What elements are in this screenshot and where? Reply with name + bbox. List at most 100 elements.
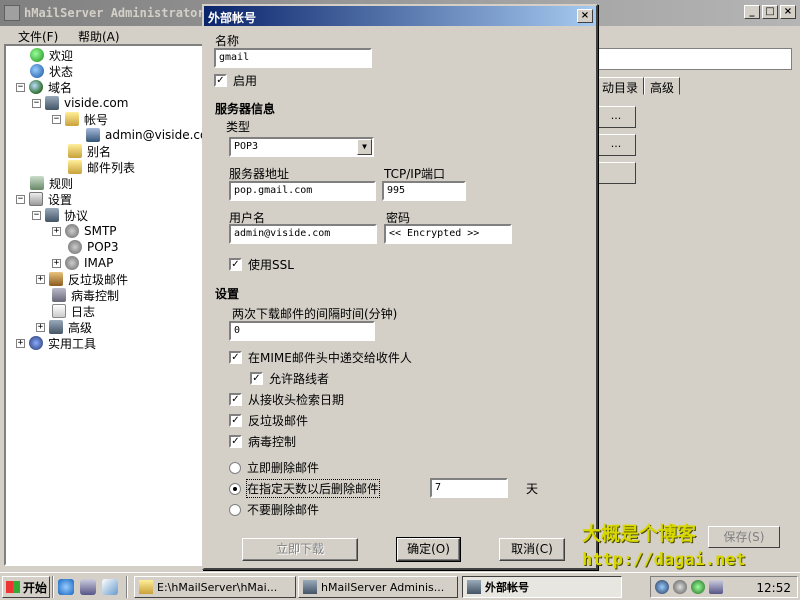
tab-advanced[interactable]: 高级	[644, 77, 681, 95]
expand-icon[interactable]: +	[36, 322, 45, 332]
start-button[interactable]: 开始	[2, 576, 50, 598]
right-pane-button-2[interactable]: ...	[596, 134, 636, 156]
tree-item-smtp[interactable]: + SMTP	[52, 223, 117, 239]
app-icon	[4, 5, 20, 21]
tree-item-settings[interactable]: − 设置	[16, 191, 72, 207]
type-select[interactable]: POP3 ▼	[229, 137, 374, 157]
network-icon[interactable]	[673, 580, 687, 594]
watermark-url: http://dagai.net	[582, 550, 746, 570]
cancel-button[interactable]: 取消(C)	[499, 538, 565, 561]
tree-item-protocols[interactable]: − 协议	[32, 207, 88, 223]
folder-icon	[139, 580, 153, 594]
security-icon[interactable]	[691, 580, 705, 594]
tree-item-mailing-lists[interactable]: 邮件列表	[68, 159, 135, 175]
ok-button[interactable]: 确定(O)	[396, 537, 461, 562]
tree-item-account-admin[interactable]: admin@viside.com	[86, 127, 219, 143]
checkbox-checked-icon: ✓	[229, 393, 242, 406]
server-icon	[303, 580, 317, 594]
antispam-icon	[49, 272, 63, 286]
collapse-icon[interactable]: −	[32, 98, 41, 108]
help-icon[interactable]	[655, 580, 669, 594]
info-icon	[30, 64, 44, 78]
close-icon[interactable]: ×	[780, 5, 796, 19]
tree-item-status[interactable]: 状态	[30, 63, 73, 79]
rules-icon	[30, 176, 44, 190]
log-icon	[52, 304, 66, 318]
shield-icon	[52, 288, 66, 302]
menu-file[interactable]: 文件(F)	[18, 28, 58, 45]
protocols-icon	[45, 208, 59, 222]
interval-input[interactable]: 0	[229, 321, 375, 341]
allow-route-checkbox[interactable]: ✓ 允许路线者	[250, 370, 329, 387]
menu-help[interactable]: 帮助(A)	[78, 28, 120, 45]
tree-item-logging[interactable]: 日志	[52, 303, 95, 319]
maximize-icon[interactable]: □	[762, 5, 778, 19]
taskbar-separator	[52, 576, 54, 598]
password-input[interactable]: << Encrypted >>	[384, 224, 512, 244]
task-explorer[interactable]: E:\hMailServer\hMai...	[134, 576, 296, 598]
minimize-icon[interactable]: _	[744, 5, 760, 19]
tree-item-rules[interactable]: 规则	[30, 175, 73, 191]
expand-icon[interactable]: +	[16, 338, 25, 348]
enabled-checkbox[interactable]: ✓ 启用	[214, 72, 257, 89]
internet-explorer-icon[interactable]	[58, 579, 74, 595]
antivirus-checkbox[interactable]: ✓ 病毒控制	[229, 433, 296, 450]
collapse-icon[interactable]: −	[52, 114, 61, 124]
chevron-down-icon[interactable]: ▼	[357, 139, 372, 155]
collapse-icon[interactable]: −	[32, 210, 41, 220]
expand-icon[interactable]: +	[36, 274, 45, 284]
save-button[interactable]: 保存(S)	[708, 526, 780, 548]
retrieve-date-checkbox[interactable]: ✓ 从接收头检索日期	[229, 391, 344, 408]
taskbar-separator	[126, 576, 128, 598]
name-label: 名称	[215, 34, 240, 48]
dialog-title: 外部帐号	[208, 11, 257, 25]
expand-icon[interactable]: +	[52, 226, 61, 236]
name-input[interactable]: gmail	[214, 48, 372, 68]
server-address-input[interactable]: pop.gmail.com	[229, 181, 376, 201]
watermark-blog-name: 大概是个博客	[582, 523, 697, 545]
tree-item-antivirus[interactable]: 病毒控制	[52, 287, 119, 303]
tree-item-domains[interactable]: − 域名	[16, 79, 72, 95]
outlook-express-icon[interactable]	[80, 579, 96, 595]
days-input[interactable]: 7	[430, 478, 508, 498]
tree-item-aliases[interactable]: 别名	[68, 143, 111, 159]
tree-item-utilities[interactable]: + 实用工具	[16, 335, 96, 351]
delete-after-days-radio[interactable]: 在指定天数以后删除邮件	[229, 479, 381, 498]
task-hmailserver-admin[interactable]: hMailServer Adminis...	[298, 576, 458, 598]
clock[interactable]: 12:52	[756, 581, 791, 595]
collapse-icon[interactable]: −	[16, 194, 25, 204]
tree-item-advanced[interactable]: + 高级	[36, 319, 92, 335]
download-now-button[interactable]: 立即下载	[242, 538, 358, 561]
right-pane-button-1[interactable]: ...	[596, 106, 636, 128]
collapse-icon[interactable]: −	[16, 82, 25, 92]
tree-item-antispam[interactable]: + 反垃圾邮件	[36, 271, 128, 287]
taskbar: 开始 E:\hMailServer\hMai... hMailServer Ad…	[0, 572, 800, 600]
dialog-close-icon[interactable]: ×	[577, 9, 593, 23]
tab-active-directory[interactable]: 动目录	[596, 77, 645, 95]
server-info-heading: 服务器信息	[215, 102, 276, 116]
tree-item-accounts[interactable]: − 帐号	[52, 111, 108, 127]
task-external-account[interactable]: 外部帐号	[462, 576, 622, 598]
external-account-dialog: 外部帐号 × 名称 gmail ✓ 启用 服务器信息 类型 POP3 ▼ 服务器…	[202, 4, 598, 570]
tree-item-imap[interactable]: + IMAP	[52, 255, 113, 271]
antispam-checkbox[interactable]: ✓ 反垃圾邮件	[229, 412, 308, 429]
monitor-icon[interactable]	[709, 580, 723, 594]
expand-icon[interactable]: +	[52, 258, 61, 268]
show-desktop-icon[interactable]	[102, 579, 118, 595]
port-input[interactable]: 995	[382, 181, 466, 201]
checkbox-checked-icon: ✓	[250, 372, 263, 385]
no-delete-radio[interactable]: 不要删除邮件	[229, 501, 319, 518]
delete-immediately-radio[interactable]: 立即删除邮件	[229, 459, 319, 476]
tree-item-pop3[interactable]: POP3	[68, 239, 119, 255]
tree-item-domain-viside[interactable]: − viside.com	[32, 95, 128, 111]
right-pane-button-3[interactable]	[596, 162, 636, 184]
navigation-tree[interactable]: 欢迎 状态 − 域名 − viside.com − 帐号 admin@viside.c…	[4, 44, 219, 566]
use-ssl-checkbox[interactable]: ✓ 使用SSL	[229, 256, 294, 273]
folder-icon	[68, 144, 82, 158]
username-input[interactable]: admin@viside.com	[229, 224, 377, 244]
right-pane-field[interactable]	[596, 48, 792, 70]
tree-item-welcome[interactable]: 欢迎	[30, 47, 73, 63]
deliver-mime-checkbox[interactable]: ✓ 在MIME邮件头中递交给收件人	[229, 349, 412, 366]
checkbox-checked-icon: ✓	[229, 414, 242, 427]
pop3-icon	[68, 240, 82, 254]
